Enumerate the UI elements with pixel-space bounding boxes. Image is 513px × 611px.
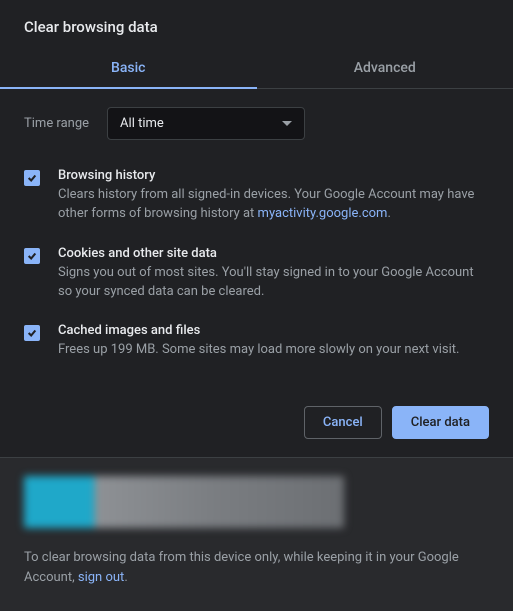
option-description: Frees up 199 MB. Some sites may load mor… [58,341,489,360]
checkbox-browsing-history[interactable] [24,170,40,186]
chevron-down-icon [282,121,292,126]
option-description: Signs you out of most sites. You'll stay… [58,264,489,302]
check-icon [27,328,37,338]
option-title: Cached images and files [58,323,489,338]
time-range-value: All time [120,116,164,131]
tab-basic[interactable]: Basic [0,48,257,88]
clear-browsing-data-dialog: Clear browsing data Basic Advanced Time … [0,0,513,611]
myactivity-link[interactable]: myactivity.google.com [258,206,388,221]
tabs: Basic Advanced [0,48,513,89]
check-icon [27,251,37,261]
option-text: Cached images and files Frees up 199 MB.… [58,323,489,360]
clear-data-button[interactable]: Clear data [392,406,489,439]
footer: To clear browsing data from this device … [0,457,513,611]
option-browsing-history: Browsing history Clears history from all… [24,168,489,224]
option-title: Cookies and other site data [58,246,489,261]
option-description: Clears history from all signed-in device… [58,186,489,224]
check-icon [27,173,37,183]
option-text: Browsing history Clears history from all… [58,168,489,224]
tab-indicator [0,87,257,89]
time-range-select[interactable]: All time [107,107,305,140]
checkbox-cache[interactable] [24,325,40,341]
dialog-content: Time range All time Browsing history Cle… [0,89,513,402]
option-cache: Cached images and files Frees up 199 MB.… [24,323,489,360]
dialog-buttons: Cancel Clear data [0,402,513,457]
option-text: Cookies and other site data Signs you ou… [58,246,489,302]
option-cookies: Cookies and other site data Signs you ou… [24,246,489,302]
option-title: Browsing history [58,168,489,183]
tab-advanced[interactable]: Advanced [257,48,513,88]
sign-out-link[interactable]: sign out [78,570,124,585]
checkbox-cookies[interactable] [24,248,40,264]
time-range-label: Time range [24,116,89,131]
dialog-title: Clear browsing data [0,18,513,48]
cancel-button[interactable]: Cancel [304,406,382,439]
account-card-blurred [24,476,344,528]
footer-text: To clear browsing data from this device … [24,548,489,587]
time-range-row: Time range All time [24,107,489,140]
